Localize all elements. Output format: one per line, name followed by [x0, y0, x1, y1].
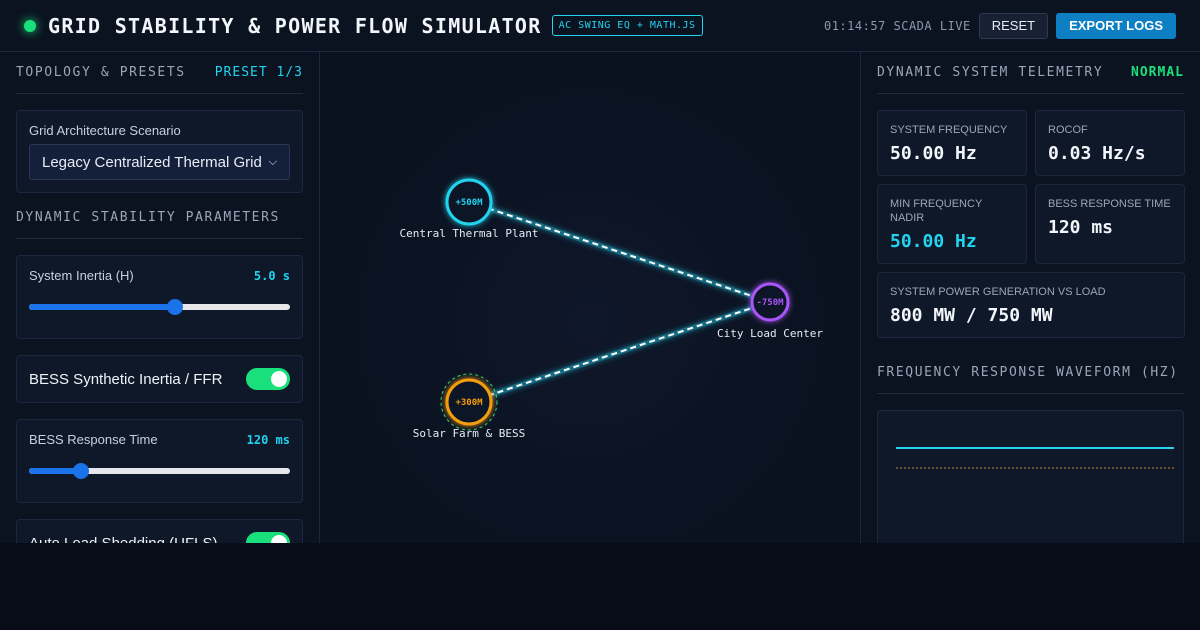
bess-response-label: BESS Response Time [29, 432, 158, 447]
node-solar-bess[interactable]: +300M Solar Farm & BESS [413, 373, 526, 440]
inertia-slider-fill [29, 304, 176, 310]
inertia-value: 5.0 s [253, 268, 290, 283]
solar-node-value: +300M [455, 398, 483, 408]
generation-tile: SYSTEM POWER GENERATION VS LOAD 800 MW /… [877, 272, 1185, 338]
bess-response-slider[interactable] [29, 463, 290, 479]
system-status-badge: NORMAL [1131, 65, 1184, 80]
header-actions: 01:14:57 SCADA LIVE RESET EXPORT LOGS [823, 12, 1176, 39]
generation-label: SYSTEM POWER GENERATION VS LOAD [890, 286, 1106, 298]
bess-time-label: BESS RESPONSE TIME [1048, 198, 1171, 210]
topology-section-header: TOPOLOGY & PRESETS PRESET 1/3 [16, 52, 303, 94]
scenario-select[interactable]: Legacy Centralized Thermal Grid ⌵ [29, 144, 290, 180]
live-status-dot [24, 19, 36, 32]
network-diagram: +500M Central Thermal Plant -750M City L… [399, 178, 823, 440]
ufls-toggle[interactable] [246, 532, 290, 543]
controls-panel: TOPOLOGY & PRESETS PRESET 1/3 Grid Archi… [0, 52, 320, 543]
inertia-slider[interactable] [29, 299, 290, 315]
bess-response-value: 120 ms [246, 432, 290, 447]
telemetry-panel: DYNAMIC SYSTEM TELEMETRY NORMAL SYSTEM F… [860, 52, 1200, 543]
engine-badge: AC SWING EQ + MATH.JS [551, 15, 703, 36]
waveform-section-header: FREQUENCY RESPONSE WAVEFORM (HZ) [877, 352, 1184, 394]
solar-node-label: Solar Farm & BESS [413, 427, 526, 440]
preset-indicator: PRESET 1/3 [214, 65, 303, 80]
toggle-knob [271, 371, 287, 387]
thermal-node-value: +500M [455, 198, 483, 208]
bottom-strip [0, 543, 1200, 630]
waveform-chart [896, 447, 1174, 469]
export-logs-button[interactable]: EXPORT LOGS [1056, 12, 1176, 39]
bess-inertia-label: BESS Synthetic Inertia / FFR [29, 370, 223, 388]
app-title: GRID STABILITY & POWER FLOW SIMULATOR [48, 13, 542, 38]
scada-clock: 01:14:57 SCADA LIVE [823, 18, 971, 33]
node-thermal-plant[interactable]: +500M Central Thermal Plant [399, 178, 539, 240]
rocof-tile: ROCOF 0.03 Hz/s [1035, 110, 1185, 176]
scenario-card: Grid Architecture Scenario Legacy Centra… [16, 110, 303, 193]
frequency-label: SYSTEM FREQUENCY [890, 124, 1008, 136]
waveform-title: FREQUENCY RESPONSE WAVEFORM (HZ) [877, 365, 1179, 380]
load-node-label: City Load Center [717, 327, 823, 340]
inertia-label: System Inertia (H) [29, 268, 134, 283]
frequency-value: 50.00 Hz [890, 143, 977, 164]
rocof-label: ROCOF [1048, 124, 1088, 136]
generation-value: 800 MW / 750 MW [890, 305, 1053, 326]
thermal-node-label: Central Thermal Plant [399, 227, 538, 240]
nadir-value: 50.00 Hz [890, 231, 977, 252]
bess-response-card: BESS Response Time 120 ms [16, 419, 303, 503]
scenario-select-value: Legacy Centralized Thermal Grid [42, 153, 262, 171]
network-canvas[interactable]: +500M Central Thermal Plant -750M City L… [320, 52, 860, 543]
frequency-waveform [877, 410, 1184, 543]
reset-button[interactable]: RESET [978, 12, 1049, 39]
ufls-label: Auto Load Shedding (UFLS) [29, 534, 218, 544]
bess-response-slider-thumb[interactable] [73, 463, 90, 479]
bess-time-tile: BESS RESPONSE TIME 120 ms [1035, 184, 1185, 264]
load-node-value: -750M [756, 298, 784, 308]
inertia-slider-thumb[interactable] [167, 299, 184, 315]
frequency-tile: SYSTEM FREQUENCY 50.00 Hz [877, 110, 1027, 176]
bess-time-value: 120 ms [1048, 217, 1114, 238]
scenario-label: Grid Architecture Scenario [29, 123, 181, 138]
rocof-value: 0.03 Hz/s [1048, 143, 1146, 164]
telemetry-title: DYNAMIC SYSTEM TELEMETRY [877, 65, 1104, 80]
transmission-line-solar-load[interactable] [468, 299, 771, 405]
telemetry-section-header: DYNAMIC SYSTEM TELEMETRY NORMAL [877, 52, 1184, 94]
chevron-down-icon: ⌵ [268, 155, 277, 168]
bess-inertia-toggle[interactable] [246, 368, 290, 390]
telemetry-tiles: SYSTEM FREQUENCY 50.00 Hz ROCOF 0.03 Hz/… [877, 110, 1185, 338]
params-section-header: DYNAMIC STABILITY PARAMETERS [16, 197, 303, 239]
nadir-label: MIN FREQUENCY NADIR [890, 198, 983, 224]
inertia-card: System Inertia (H) 5.0 s [16, 255, 303, 339]
topology-title: TOPOLOGY & PRESETS [16, 65, 186, 80]
ufls-card: Auto Load Shedding (UFLS) [16, 519, 303, 543]
transmission-line-thermal-load[interactable] [468, 199, 771, 305]
bess-inertia-card: BESS Synthetic Inertia / FFR [16, 355, 303, 403]
toggle-knob [271, 535, 287, 543]
app-header: GRID STABILITY & POWER FLOW SIMULATOR AC… [0, 0, 1200, 52]
nadir-tile: MIN FREQUENCY NADIR 50.00 Hz [877, 184, 1027, 264]
params-title: DYNAMIC STABILITY PARAMETERS [16, 210, 280, 225]
